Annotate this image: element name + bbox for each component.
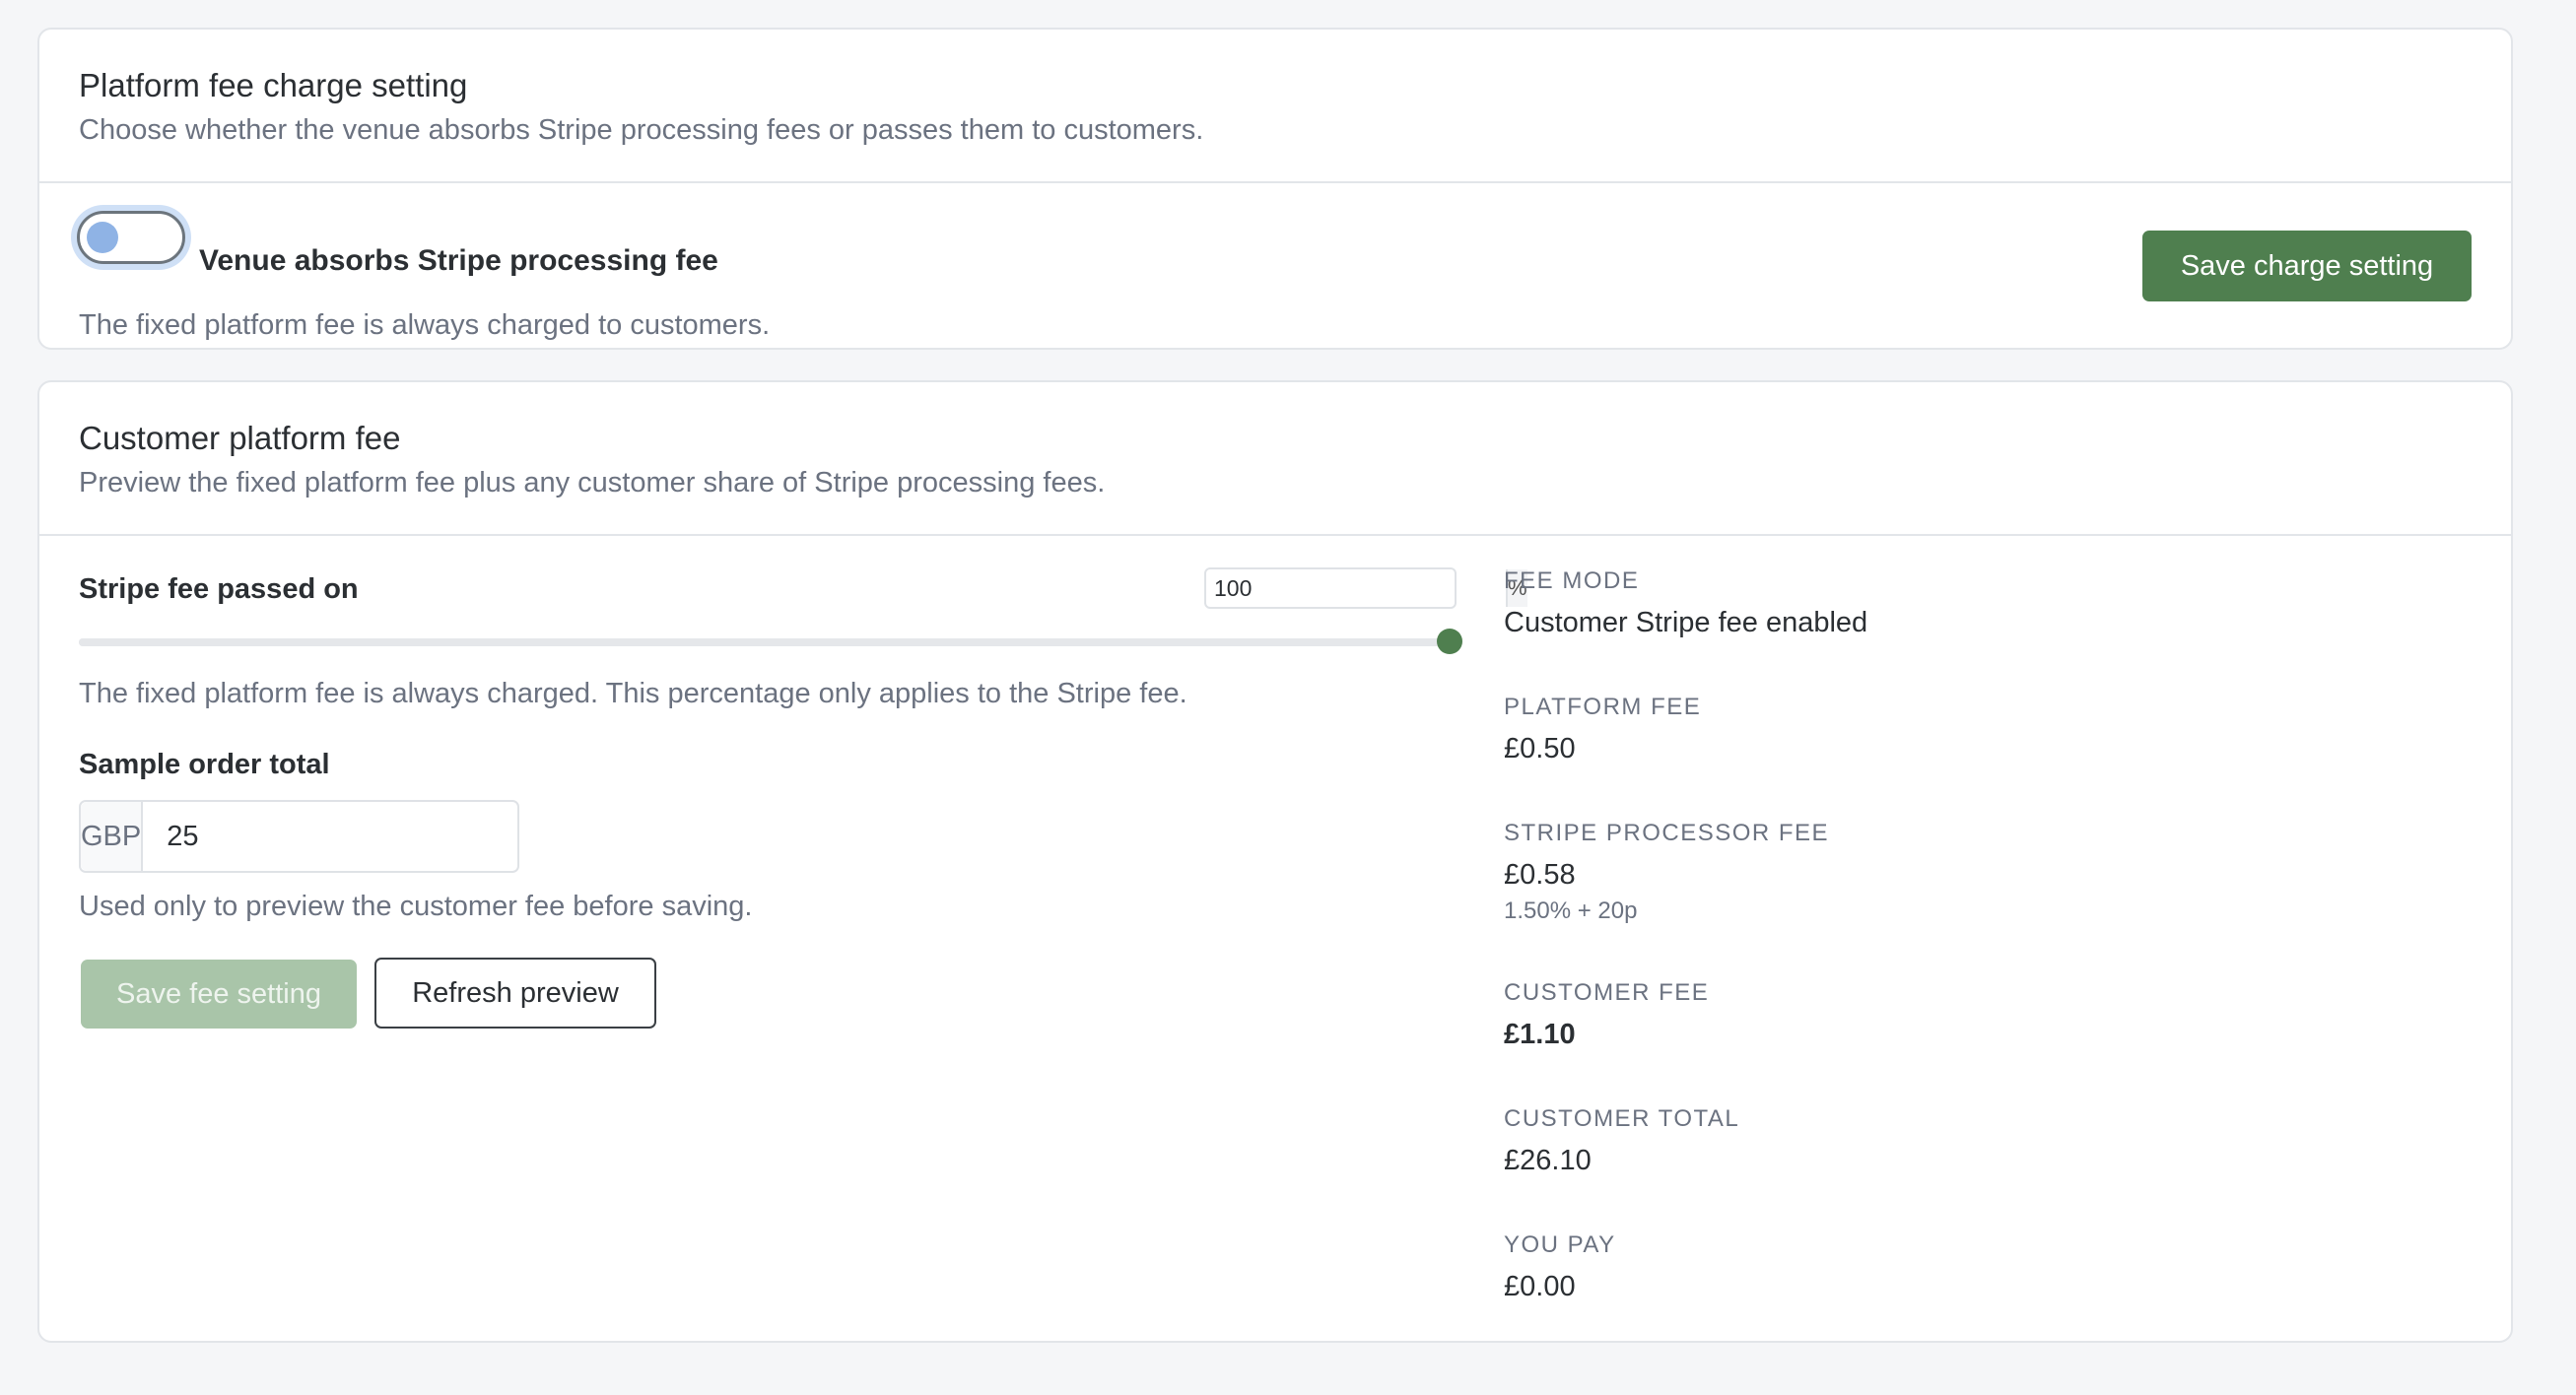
customer-fee-subtitle: Preview the fixed platform fee plus any … (79, 467, 1106, 498)
sample-order-group: GBP (79, 800, 539, 873)
customer-fee-value: £1.10 (1504, 1019, 1576, 1050)
stripe-fee-label: Stripe fee passed on (79, 573, 359, 605)
sample-order-input[interactable] (143, 802, 539, 871)
customer-fee-card: Customer platform fee Preview the fixed … (37, 380, 2513, 1343)
platform-fee-value: £0.50 (1504, 733, 1576, 764)
you-pay-label: YOU PAY (1504, 1231, 1616, 1258)
customer-fee-label: CUSTOMER FEE (1504, 979, 1710, 1006)
customer-fee-title: Customer platform fee (79, 420, 401, 456)
slider-help: The fixed platform fee is always charged… (79, 678, 1187, 709)
stripe-fee-item: STRIPE PROCESSOR FEE £0.58 1.50% + 20p (1504, 820, 1829, 925)
stripe-processor-fee-value: £0.58 (1504, 859, 1576, 891)
charge-setting-title: Platform fee charge setting (79, 67, 468, 103)
stripe-percent-group: % (1204, 567, 1527, 609)
you-pay-item: YOU PAY £0.00 (1504, 1231, 1616, 1303)
slider-thumb[interactable] (1437, 629, 1462, 654)
refresh-preview-button[interactable]: Refresh preview (374, 958, 656, 1029)
charge-setting-header: Platform fee charge setting Choose wheth… (39, 30, 2511, 183)
platform-fee-label: PLATFORM FEE (1504, 694, 1702, 720)
stripe-percent-input[interactable] (1206, 569, 1506, 607)
stripe-processor-fee-label: STRIPE PROCESSOR FEE (1504, 820, 1830, 846)
venue-absorbs-toggle[interactable] (77, 211, 185, 264)
customer-fee-item: CUSTOMER FEE £1.10 (1504, 979, 1709, 1051)
stripe-percent-slider[interactable] (79, 629, 1462, 654)
customer-total-label: CUSTOMER TOTAL (1504, 1105, 1740, 1132)
currency-prefix: GBP (81, 802, 144, 871)
you-pay-value: £0.00 (1504, 1271, 1576, 1302)
slider-fill (79, 638, 1462, 646)
stripe-fee-rate-note: 1.50% + 20p (1504, 897, 1638, 924)
save-charge-setting-button[interactable]: Save charge setting (2142, 231, 2472, 301)
fee-mode-label: FEE MODE (1504, 567, 1640, 594)
charge-setting-help: The fixed platform fee is always charged… (79, 309, 771, 341)
venue-absorbs-label: Venue absorbs Stripe processing fee (199, 244, 718, 277)
sample-order-label: Sample order total (79, 749, 330, 780)
platform-fee-item: PLATFORM FEE £0.50 (1504, 694, 1701, 765)
charge-setting-card: Platform fee charge setting Choose wheth… (37, 28, 2513, 350)
customer-fee-header: Customer platform fee Preview the fixed … (39, 382, 2511, 536)
fee-mode-value: Customer Stripe fee enabled (1504, 607, 1868, 638)
toggle-knob (87, 222, 118, 253)
fee-mode-item: FEE MODE Customer Stripe fee enabled (1504, 567, 1867, 639)
sample-order-help: Used only to preview the customer fee be… (79, 891, 753, 922)
charge-setting-subtitle: Choose whether the venue absorbs Stripe … (79, 114, 1204, 146)
save-fee-setting-button[interactable]: Save fee setting (81, 960, 357, 1029)
customer-total-value: £26.10 (1504, 1145, 1592, 1176)
customer-total-item: CUSTOMER TOTAL £26.10 (1504, 1105, 1739, 1177)
